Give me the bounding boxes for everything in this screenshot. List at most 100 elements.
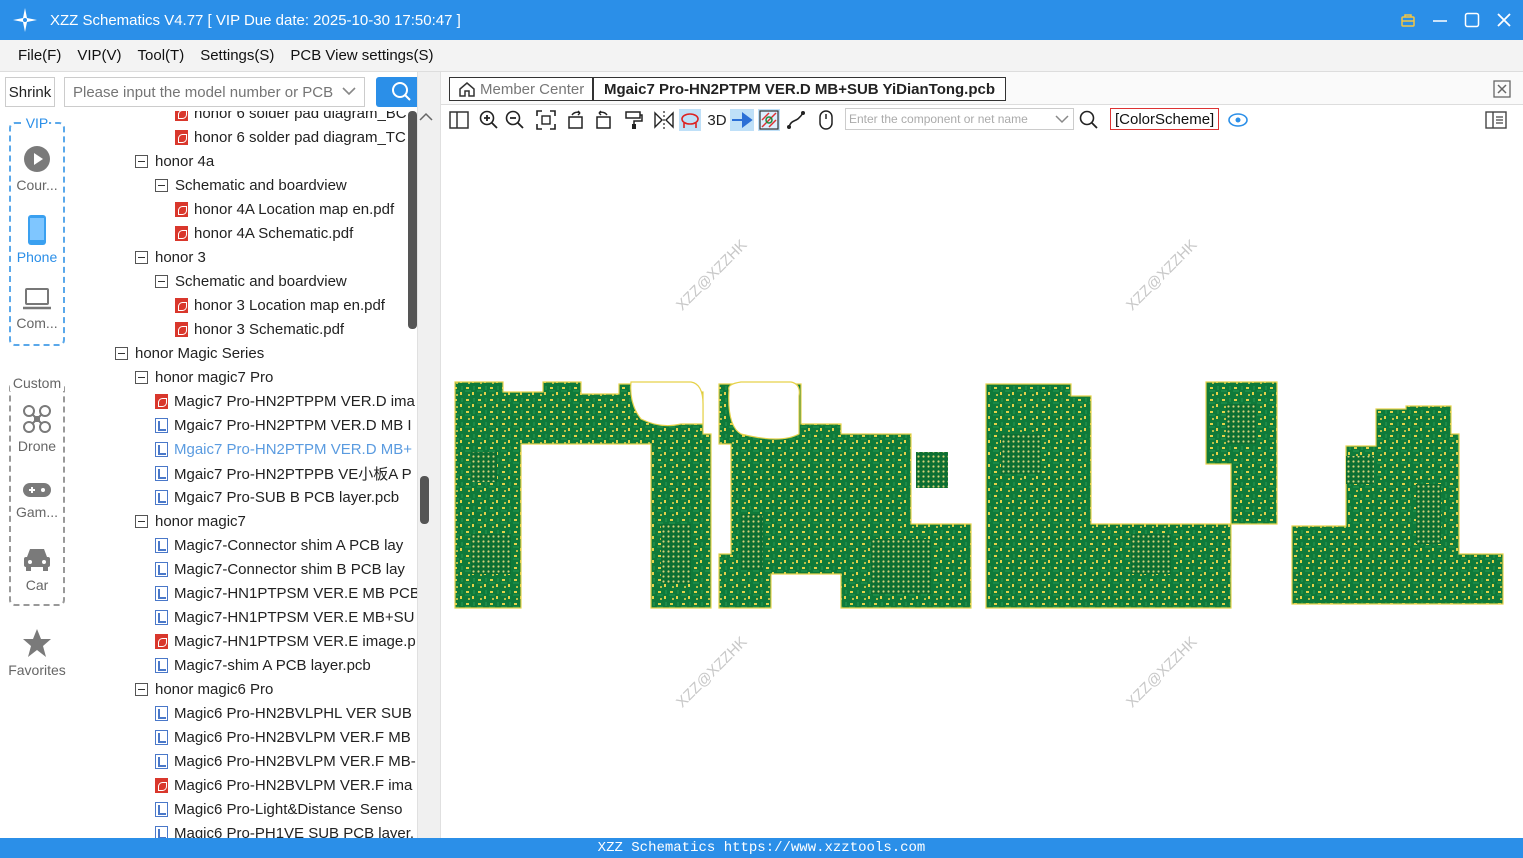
rotate-left-icon[interactable] — [565, 109, 587, 131]
net-highlight-icon[interactable] — [730, 109, 754, 131]
pcb-canvas[interactable]: XZZ@XZZHK XZZ@XZZHK XZZ@XZZHK XZZ@XZZHK — [441, 134, 1523, 838]
tree-file[interactable]: honor 4A Schematic.pdf — [175, 221, 353, 245]
tree-file[interactable]: Mgaic7 Pro-HN2PTPM VER.D MB+ — [155, 437, 412, 461]
tree-label: honor 6 solder pad diagram_BC — [194, 111, 407, 122]
fit-view-icon[interactable] — [535, 109, 557, 131]
tree-file[interactable]: Magic7-Connector shim B PCB lay — [155, 557, 405, 581]
maximize-icon[interactable] — [1463, 11, 1481, 29]
tree-folder[interactable]: Schematic and boardview — [155, 173, 347, 197]
close-icon[interactable] — [1495, 11, 1513, 29]
tree-file[interactable]: Magic6 Pro-Light&Distance Senso — [155, 797, 402, 821]
tree-label: Magic7-Connector shim B PCB lay — [174, 560, 405, 578]
view-3d-button[interactable]: 3D — [705, 109, 729, 131]
tree-file[interactable]: honor 6 solder pad diagram_BC — [175, 111, 407, 125]
rail-item-games[interactable]: Gam... — [0, 480, 74, 520]
component-search-field[interactable]: Enter the component or net name — [845, 108, 1074, 130]
mouse-icon[interactable] — [815, 109, 837, 131]
tree-file[interactable]: Magic6 Pro-HN2BVLPM VER.F ima — [155, 773, 412, 797]
menu-tool[interactable]: Tool(T) — [138, 47, 185, 64]
tree-folder[interactable]: honor magic7 — [135, 509, 246, 533]
vip-bag-icon[interactable] — [1399, 11, 1417, 29]
tree-label: Magic6 Pro-HN2BVLPM VER.F MB- — [174, 752, 416, 770]
tab-member-center[interactable]: Member Center — [449, 77, 594, 101]
chevron-up-icon[interactable] — [419, 112, 433, 125]
menu-settings[interactable]: Settings(S) — [200, 47, 274, 64]
tree-label: Mgaic7 Pro-HN2PTPM VER.D MB I — [174, 416, 412, 434]
shrink-button[interactable]: Shrink — [5, 77, 55, 107]
zoom-out-icon[interactable] — [504, 109, 526, 131]
collapse-icon[interactable] — [155, 178, 168, 192]
rail-item-car[interactable]: Car — [0, 545, 74, 593]
tree-file[interactable]: Magic7 Pro-HN2PTPPM VER.D ima — [155, 389, 415, 413]
model-search-field[interactable] — [64, 77, 365, 107]
split-view-icon[interactable] — [448, 109, 470, 131]
collapse-icon[interactable] — [135, 514, 148, 528]
component-search-icon[interactable] — [1078, 109, 1100, 131]
tree-file[interactable]: honor 3 Location map en.pdf — [175, 293, 385, 317]
collapse-icon[interactable] — [135, 682, 148, 696]
pcb-boards[interactable] — [441, 134, 1523, 838]
chevron-down-icon[interactable] — [1055, 112, 1069, 129]
collapse-icon[interactable] — [135, 370, 148, 384]
paint-roller-icon[interactable] — [623, 109, 645, 131]
pcb-file-icon — [155, 465, 168, 481]
menu-pcb-view-settings[interactable]: PCB View settings(S) — [290, 47, 433, 64]
tree-scrollbar[interactable] — [408, 111, 417, 329]
tree-file[interactable]: honor 4A Location map en.pdf — [175, 197, 394, 221]
tree-file[interactable]: Magic7-Connector shim A PCB lay — [155, 533, 403, 557]
tree-folder[interactable]: honor 3 — [135, 245, 206, 269]
zoom-in-icon[interactable] — [478, 109, 500, 131]
app-logo-icon — [0, 7, 50, 33]
tree-file[interactable]: Magic7-HN1PTPSM VER.E image.p — [155, 629, 416, 653]
tree-file[interactable]: Magic6 Pro-HN2BVLPM VER.F MB- — [155, 749, 416, 773]
pcb-file-icon — [155, 537, 168, 553]
side-panel-icon[interactable] — [1485, 109, 1507, 131]
color-scheme-button[interactable]: [ColorScheme] — [1110, 108, 1220, 130]
tree-label: Magic7 Pro-HN2PTPPM VER.D ima — [174, 392, 415, 410]
tree-file[interactable]: Mgaic7 Pro-HN2PTPPB VE小板A P — [155, 461, 412, 485]
splitter-scrollbar[interactable] — [420, 476, 429, 524]
tree-file[interactable]: Magic7-HN1PTPSM VER.E MB PCB — [155, 581, 417, 605]
tree-file[interactable]: honor 6 solder pad diagram_TC — [175, 125, 406, 149]
tree-file[interactable]: Magic7-shim A PCB layer.pcb — [155, 653, 371, 677]
menu-vip[interactable]: VIP(V) — [77, 47, 121, 64]
layer-view-icon[interactable] — [758, 109, 780, 131]
rail-item-computer[interactable]: Com... — [0, 287, 74, 331]
tree-folder[interactable]: honor Magic Series — [115, 341, 264, 365]
menu-file[interactable]: File(F) — [18, 47, 61, 64]
rail-item-drone[interactable]: Drone — [0, 404, 74, 454]
tree-file[interactable]: Magic7-HN1PTPSM VER.E MB+SU — [155, 605, 414, 629]
model-search-input[interactable] — [73, 83, 338, 101]
collapse-icon[interactable] — [135, 250, 148, 264]
rail-item-phone[interactable]: Phone — [0, 215, 74, 265]
rail-item-courses[interactable]: Cour... — [0, 145, 74, 193]
mirror-icon[interactable] — [653, 109, 675, 131]
eye-icon[interactable] — [1227, 109, 1249, 131]
tree-file[interactable]: Mgaic7 Pro-SUB B PCB layer.pcb — [155, 485, 399, 509]
tree-file[interactable]: Magic6 Pro-HN2BVLPM VER.F MB — [155, 725, 411, 749]
panel-splitter[interactable] — [417, 72, 441, 838]
flip-board-icon[interactable] — [679, 109, 701, 131]
tree-file[interactable]: Magic6 Pro-PH1VE SUB PCB layer. — [155, 821, 414, 838]
tree-label: Magic6 Pro-HN2BVLPHL VER SUB — [174, 704, 412, 722]
tree-file[interactable]: Mgaic7 Pro-HN2PTPM VER.D MB I — [155, 413, 412, 437]
rotate-right-icon[interactable] — [592, 109, 614, 131]
tree-folder[interactable]: honor magic6 Pro — [135, 677, 273, 701]
collapse-icon[interactable] — [115, 346, 128, 360]
tree-folder[interactable]: honor magic7 Pro — [135, 365, 273, 389]
trace-icon[interactable] — [785, 109, 807, 131]
tree-label: Magic6 Pro-Light&Distance Senso — [174, 800, 403, 818]
rail-item-favorites[interactable]: Favorites — [0, 628, 74, 678]
chevron-down-icon[interactable] — [342, 84, 356, 102]
tab-pcb-file[interactable]: Mgaic7 Pro-HN2PTPM VER.D MB+SUB YiDianTo… — [593, 77, 1007, 101]
collapse-icon[interactable] — [155, 274, 168, 288]
tree-folder[interactable]: honor 4a — [135, 149, 214, 173]
tree-file[interactable]: Magic6 Pro-HN2BVLPHL VER SUB — [155, 701, 412, 725]
collapse-icon[interactable] — [135, 154, 148, 168]
close-tabs-icon[interactable] — [1493, 80, 1511, 101]
pcb-file-icon — [155, 441, 168, 457]
component-search-input[interactable]: Enter the component or net name — [849, 112, 1028, 126]
minimize-icon[interactable] — [1431, 11, 1449, 29]
tree-file[interactable]: honor 3 Schematic.pdf — [175, 317, 344, 341]
tree-folder[interactable]: Schematic and boardview — [155, 269, 347, 293]
